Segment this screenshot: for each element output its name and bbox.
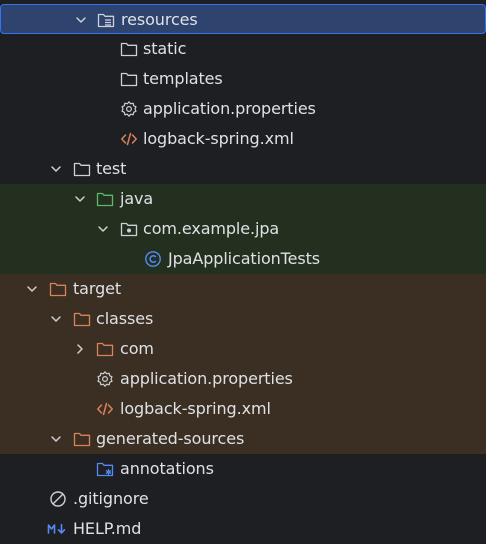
test-sources-folder-icon <box>96 190 114 208</box>
resources-folder-icon <box>97 11 115 29</box>
tree-item-logback-spring-xml[interactable]: logback-spring.xml <box>0 394 486 424</box>
tree-item-templates[interactable]: templates <box>0 64 486 94</box>
chevron-down-icon[interactable] <box>25 282 39 296</box>
chevron-down-icon[interactable] <box>73 192 87 206</box>
tree-item-application-properties[interactable]: application.properties <box>0 94 486 124</box>
ignored-file-icon <box>49 490 67 508</box>
package-icon <box>120 220 138 238</box>
chevron-down-icon[interactable] <box>74 13 88 27</box>
excluded-folder-icon <box>73 430 91 448</box>
tree-item-logback-spring-xml[interactable]: logback-spring.xml <box>0 124 486 154</box>
tree-item-label: annotations <box>120 459 214 478</box>
tree-item-help-md[interactable]: HELP.md <box>0 514 486 544</box>
tree-item-label: test <box>96 159 127 178</box>
tree-item-jpa-application-tests[interactable]: JpaApplicationTests <box>0 244 486 274</box>
chevron-right-icon[interactable] <box>73 342 87 356</box>
tree-item-label: templates <box>143 69 223 88</box>
chevron-down-icon[interactable] <box>49 312 63 326</box>
tree-item-label: application.properties <box>143 99 316 118</box>
tree-item-com-example-jpa[interactable]: com.example.jpa <box>0 214 486 244</box>
tree-item-label: logback-spring.xml <box>120 399 271 418</box>
excluded-folder-icon <box>73 310 91 328</box>
xml-code-icon <box>96 400 114 418</box>
tree-item-label: resources <box>121 10 198 29</box>
xml-code-icon <box>120 130 138 148</box>
folder-icon <box>73 160 91 178</box>
settings-gear-icon <box>96 370 114 388</box>
chevron-down-icon[interactable] <box>96 222 110 236</box>
tree-item-gitignore[interactable]: .gitignore <box>0 484 486 514</box>
tree-item-classes[interactable]: classes <box>0 304 486 334</box>
tree-item-label: generated-sources <box>96 429 245 448</box>
folder-icon <box>120 70 138 88</box>
tree-item-label: static <box>143 39 187 58</box>
chevron-down-icon[interactable] <box>49 432 63 446</box>
tree-item-label: classes <box>96 309 154 328</box>
tree-item-annotations[interactable]: annotations <box>0 454 486 484</box>
tree-item-test[interactable]: test <box>0 154 486 184</box>
chevron-down-icon[interactable] <box>49 162 63 176</box>
excluded-folder-icon <box>49 280 67 298</box>
generated-folder-icon <box>96 460 114 478</box>
tree-item-label: com.example.jpa <box>143 219 280 238</box>
tree-item-application-properties[interactable]: application.properties <box>0 364 486 394</box>
excluded-folder-icon <box>96 340 114 358</box>
tree-item-resources[interactable]: resources <box>0 4 486 34</box>
class-icon <box>144 250 162 268</box>
tree-item-target[interactable]: target <box>0 274 486 304</box>
tree-item-label: com <box>120 339 154 358</box>
tree-item-label: target <box>73 279 122 298</box>
tree-item-label: application.properties <box>120 369 293 388</box>
tree-item-label: HELP.md <box>73 519 142 538</box>
tree-item-label: java <box>120 189 154 208</box>
tree-item-label: .gitignore <box>73 489 149 508</box>
tree-item-static[interactable]: static <box>0 34 486 64</box>
project-tree: resources static templates application.p… <box>0 0 486 542</box>
tree-item-com[interactable]: com <box>0 334 486 364</box>
markdown-icon <box>47 520 69 538</box>
folder-icon <box>120 40 138 58</box>
tree-item-label: JpaApplicationTests <box>168 249 321 268</box>
tree-item-label: logback-spring.xml <box>143 129 294 148</box>
tree-item-generated-sources[interactable]: generated-sources <box>0 424 486 454</box>
tree-item-java[interactable]: java <box>0 184 486 214</box>
settings-gear-icon <box>120 100 138 118</box>
